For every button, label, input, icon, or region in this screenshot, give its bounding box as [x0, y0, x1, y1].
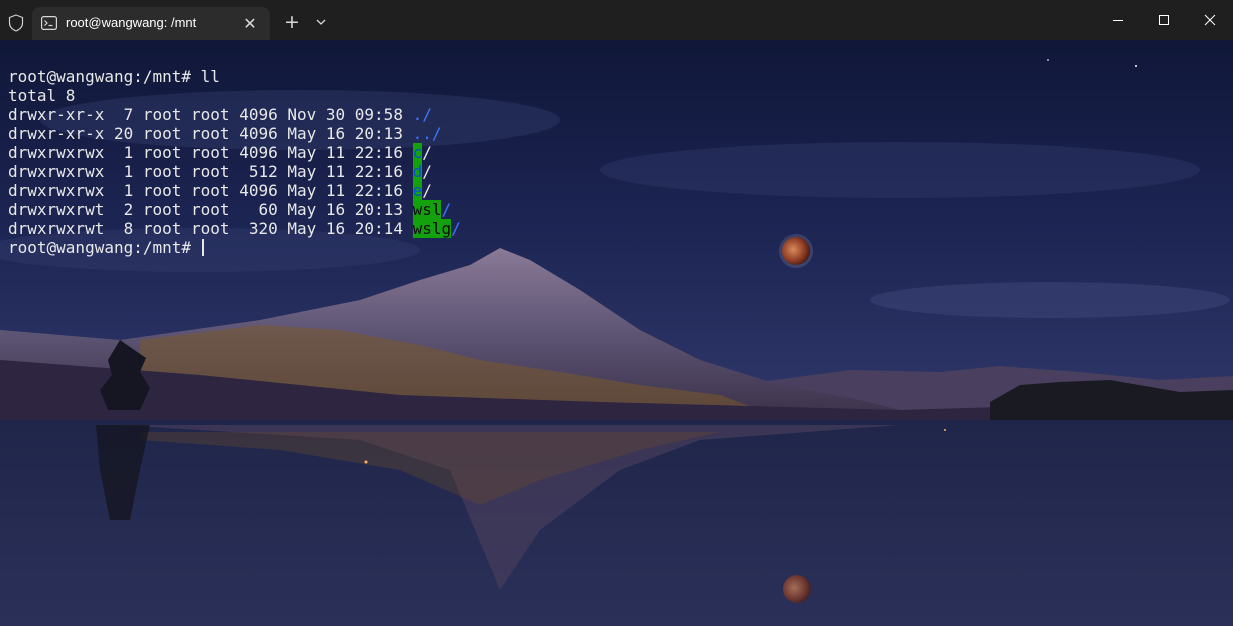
terminal-icon — [41, 16, 57, 30]
entry-meta: drwxrwxrwx 1 root root 4096 May 11 22:16 — [8, 181, 413, 200]
text-cursor — [201, 239, 204, 256]
entry-suffix: / — [422, 143, 432, 162]
entry-meta: drwxrwxrwt 2 root root 60 May 16 20:13 — [8, 200, 413, 219]
list-item: drwxrwxrwx 1 root root 4096 May 11 22:16… — [8, 181, 461, 200]
minimize-icon — [1113, 20, 1123, 21]
terminal-output[interactable]: root@wangwang:/mnt# ll total 8 drwxr-xr-x … — [8, 48, 461, 257]
prompt-line[interactable]: root@wangwang:/mnt# — [8, 238, 461, 257]
entry-name: wslg — [412, 219, 452, 238]
command-line: root@wangwang:/mnt# ll — [8, 67, 220, 86]
maximize-icon — [1159, 15, 1169, 25]
list-item: drwxrwxrwx 1 root root 4096 May 11 22:16… — [8, 143, 461, 162]
tab-root-terminal[interactable]: root@wangwang: /mnt ✕ — [32, 7, 270, 40]
entry-name: wsl — [412, 200, 442, 219]
close-window-button[interactable] — [1187, 0, 1233, 40]
list-item: drwxr-xr-x 20 root root 4096 May 16 20:1… — [8, 124, 461, 143]
entry-meta: drwxrwxrwx 1 root root 512 May 11 22:16 — [8, 162, 413, 181]
entry-suffix: / — [422, 162, 432, 181]
list-item: drwxr-xr-x 7 root root 4096 Nov 30 09:58… — [8, 105, 461, 124]
tab-title: root@wangwang: /mnt — [66, 15, 197, 30]
chevron-down-icon[interactable] — [310, 11, 332, 33]
entry-meta: drwxr-xr-x 20 root root 4096 May 16 20:1… — [8, 124, 413, 143]
entry-name: ./ — [412, 105, 432, 124]
entry-name: ../ — [412, 124, 442, 143]
title-bar: root@wangwang: /mnt ✕ + — [0, 0, 1233, 40]
entry-suffix: / — [451, 219, 461, 238]
entry-suffix: / — [422, 181, 432, 200]
entry-meta: drwxrwxrwx 1 root root 4096 May 11 22:16 — [8, 143, 413, 162]
total-line: total 8 — [8, 86, 76, 105]
terminal-window: root@wangwang: /mnt ✕ + root@wangwang:/m… — [0, 0, 1233, 626]
minimize-button[interactable] — [1095, 0, 1141, 40]
list-item: drwxrwxrwt 8 root root 320 May 16 20:14 … — [8, 219, 461, 238]
entry-meta: drwxrwxrwt 8 root root 320 May 16 20:14 — [8, 219, 413, 238]
entry-name: e — [412, 181, 423, 200]
plus-icon[interactable]: + — [280, 10, 304, 34]
list-item: drwxrwxrwt 2 root root 60 May 16 20:13 w… — [8, 200, 461, 219]
list-item: drwxrwxrwx 1 root root 512 May 11 22:16 … — [8, 162, 461, 181]
entry-meta: drwxr-xr-x 7 root root 4096 Nov 30 09:58 — [8, 105, 413, 124]
prompt: root@wangwang:/mnt# — [8, 238, 201, 257]
entry-suffix: / — [441, 200, 452, 219]
entry-name: c — [412, 143, 423, 162]
entry-name: d — [412, 162, 423, 181]
maximize-button[interactable] — [1141, 0, 1187, 40]
close-icon[interactable]: ✕ — [238, 11, 262, 35]
shield-icon — [8, 14, 24, 32]
window-close-icon — [1204, 14, 1216, 26]
